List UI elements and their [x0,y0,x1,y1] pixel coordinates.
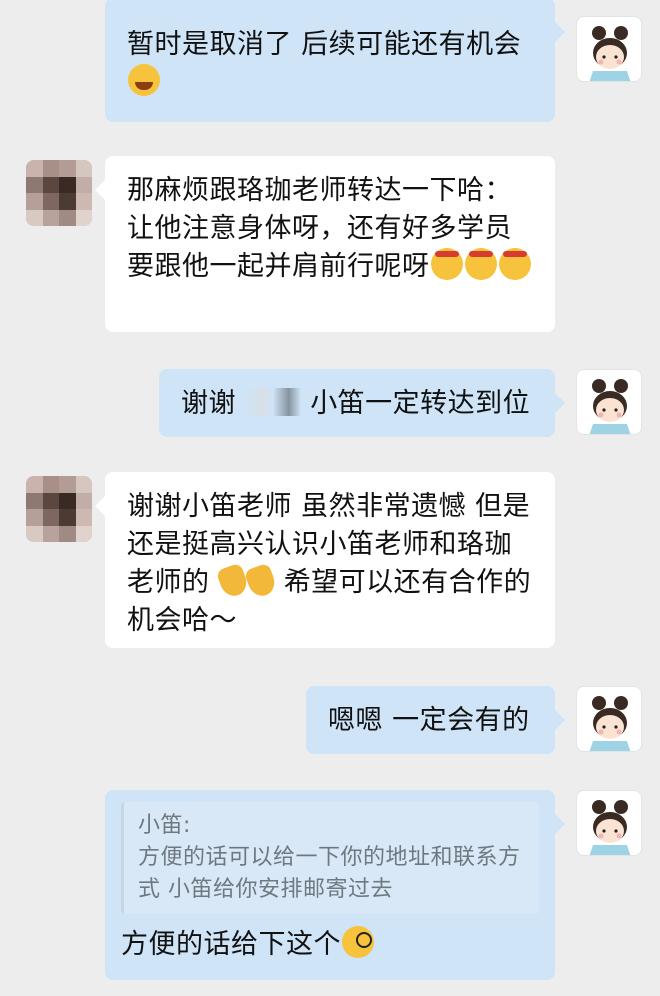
shushing-face-emoji-icon [464,248,497,280]
monocle-face-emoji-icon [342,926,374,958]
folded-hands-emoji-icon [243,562,278,600]
contact-avatar[interactable] [26,476,92,542]
message-text: 小笛一定转达到位 [310,388,531,419]
message-bubble[interactable]: 暂时是取消了 后续可能还有机会 [105,0,565,122]
shushing-face-emoji-icon [498,248,531,280]
message-bubble[interactable]: 小笛: 方便的话可以给一下你的地址和联系方式 小笛给你安排邮寄过去 方便的话给下… [105,790,565,980]
cartoon-girl-avatar-icon [577,687,641,751]
quote-author: 小笛: [138,813,191,838]
shushing-face-emoji-icon [430,248,463,280]
cartoon-girl-avatar-icon [577,17,641,81]
message-bubble[interactable]: 谢谢 小笛一定转达到位 [159,369,565,437]
laugh-cry-emoji-icon [128,64,160,96]
message-bubble[interactable]: 那麻烦跟珞珈老师转达一下哈：让他注意身体呀，还有好多学员要跟他一起并肩前行呢呀 [95,156,555,332]
cartoon-girl-avatar-icon [577,370,641,434]
quoted-message[interactable]: 小笛: 方便的话可以给一下你的地址和联系方式 小笛给你安排邮寄过去 [121,802,539,914]
message-text: 谢谢 [181,388,236,419]
my-avatar[interactable] [576,369,642,435]
message-bubble[interactable]: 嗯嗯 一定会有的 [306,686,565,754]
message-text: 暂时是取消了 后续可能还有机会 [127,29,522,60]
message-text: 嗯嗯 一定会有的 [328,705,530,736]
my-avatar[interactable] [576,16,642,82]
message-bubble[interactable]: 谢谢小笛老师 虽然非常遗憾 但是还是挺高兴认识小笛老师和珞珈老师的 希望可以还有… [95,472,555,648]
message-text: 方便的话给下这个 [121,929,341,960]
my-avatar[interactable] [576,790,642,856]
contact-avatar[interactable] [26,160,92,226]
folded-hands-emoji-icon [215,562,250,600]
cartoon-girl-avatar-icon [577,791,641,855]
my-avatar[interactable] [576,686,642,752]
redacted-name [245,388,302,416]
quote-text: 方便的话可以给一下你的地址和联系方式 小笛给你安排邮寄过去 [138,845,521,902]
